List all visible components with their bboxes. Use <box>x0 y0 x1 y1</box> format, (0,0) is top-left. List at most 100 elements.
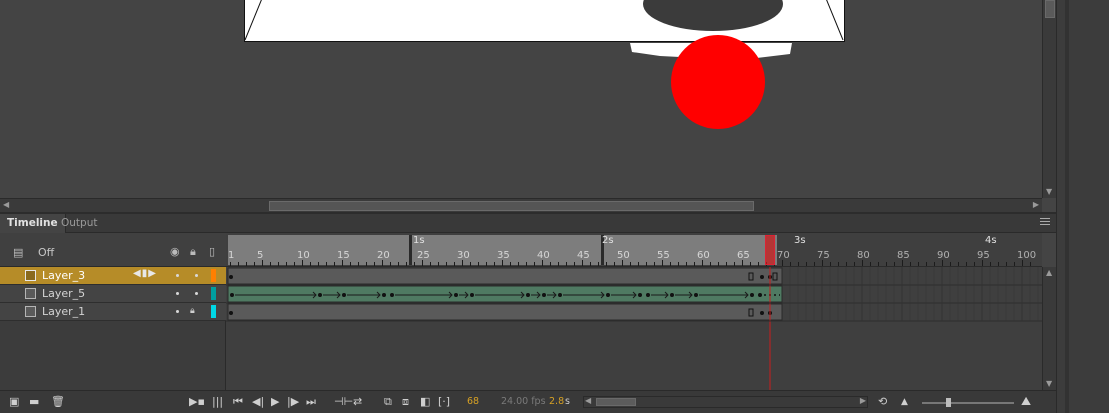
play-icon[interactable]: ▶ <box>271 395 279 408</box>
frame-tick <box>334 262 335 266</box>
visible-dot[interactable] <box>176 292 179 295</box>
timeline-toolbar: ▣ ▬ 🗑︎ ▶▪ ||| ⏮ ◀| ▶ |▶ ⏭ ⊣⊢ ⇄ ⧉ ⧈ ◧ [·]… <box>0 390 1056 413</box>
playhead-marker[interactable] <box>765 235 775 265</box>
frame-ruler[interactable]: 1s 2s 3s 4s 1 5 10 15 20 25 30 35 40 45 50 55 60 65 70… <box>226 233 1042 267</box>
frame-tick <box>430 262 431 266</box>
frame-tick <box>686 262 687 266</box>
loop-icon[interactable]: ⇄ <box>353 395 362 408</box>
scroll-down-arrow-icon[interactable]: ▼ <box>1046 379 1052 388</box>
camera-icon[interactable]: ▶▪ <box>189 395 205 408</box>
frame-number: 85 <box>897 250 910 261</box>
keyframe-nav-icon[interactable]: ◀▮▶ <box>133 268 157 279</box>
frame-tick <box>294 262 295 266</box>
outline-icon[interactable]: ▯ <box>209 245 215 258</box>
layer-name[interactable]: Layer_1 <box>42 305 85 318</box>
scroll-down-arrow-icon[interactable]: ▼ <box>1046 187 1052 196</box>
frame-tick <box>286 262 287 266</box>
frame-tick <box>678 262 679 266</box>
scroll-left-arrow-icon[interactable]: ◀ <box>585 396 591 405</box>
step-forward-icon[interactable]: |▶ <box>287 395 299 408</box>
center-frame-icon[interactable]: ⊣⊢ <box>334 395 353 408</box>
frame-tick <box>958 262 959 266</box>
frame-tick <box>238 262 239 266</box>
tab-output[interactable]: Output <box>54 214 104 233</box>
zoom-slider-knob[interactable] <box>946 398 951 407</box>
frame-tick <box>750 262 751 266</box>
frame-tick <box>902 260 903 266</box>
frame-tick <box>230 262 231 266</box>
frame-tick <box>398 262 399 266</box>
layer-color-swatch[interactable] <box>211 269 216 282</box>
onion-outline-icon[interactable]: ⧈ <box>402 395 409 409</box>
edit-multiple-icon[interactable]: ◧ <box>420 395 430 408</box>
frames-grid[interactable] <box>226 267 1042 390</box>
timeline-zoom-slider[interactable] <box>922 398 1014 407</box>
current-frame-value[interactable]: 68 <box>467 396 479 407</box>
stage-vscroll-thumb[interactable] <box>1045 0 1055 18</box>
frame-tick <box>694 262 695 266</box>
scroll-right-arrow-icon[interactable]: ▶ <box>860 396 866 405</box>
panel-tab-bar: Timeline Output <box>0 214 1056 233</box>
frame-tick <box>446 262 447 266</box>
frame-tick <box>326 262 327 266</box>
frame-number: 30 <box>457 250 470 261</box>
visible-dot[interactable] <box>176 310 179 313</box>
stage-canvas[interactable] <box>0 0 1042 198</box>
layer-color-swatch[interactable] <box>211 287 216 300</box>
frame-tick <box>270 262 271 266</box>
elapsed-time-value[interactable]: 2.8 <box>549 396 564 407</box>
frame-tick <box>350 262 351 266</box>
zoom-in-icon[interactable]: ⛰ <box>1021 394 1031 409</box>
lock-dot[interactable] <box>195 292 198 295</box>
onion-markers-icon[interactable]: [·] <box>438 395 450 408</box>
layer-row-layer-5[interactable]: Layer_5 <box>0 285 226 303</box>
new-layer-icon[interactable]: ▣ <box>9 395 19 408</box>
frame-tick <box>806 262 807 266</box>
zoom-out-icon[interactable]: ▲ <box>901 397 908 407</box>
frame-rate-value[interactable]: 24.00 fps <box>501 396 546 407</box>
stage-horizontal-scrollbar[interactable]: ◀ ▶ <box>0 198 1042 212</box>
frame-tick <box>510 262 511 266</box>
scroll-right-arrow-icon[interactable]: ▶ <box>1033 200 1039 209</box>
frame-tick <box>558 262 559 266</box>
frame-tick <box>262 260 263 266</box>
scroll-left-arrow-icon[interactable]: ◀ <box>3 200 9 209</box>
layer-row-layer-1[interactable]: Layer_1 🔒︎ <box>0 303 226 321</box>
keyframe-dot <box>229 311 233 315</box>
lock-icon[interactable]: 🔒︎ <box>190 306 195 316</box>
layer-color-swatch[interactable] <box>211 305 216 318</box>
stage-hscroll-thumb[interactable] <box>269 201 754 211</box>
layer-name[interactable]: Layer_3 <box>42 269 85 282</box>
camera-layer-icon[interactable]: ▤ <box>13 246 23 259</box>
timeline-hscroll-thumb[interactable] <box>596 398 636 406</box>
onion-skin-icon[interactable]: ⧉ <box>384 395 392 409</box>
keyframe-dot <box>382 293 386 297</box>
step-back-icon[interactable]: ◀| <box>252 395 264 408</box>
scroll-up-arrow-icon[interactable]: ▲ <box>1046 268 1052 277</box>
timeline-horizontal-scrollbar[interactable]: ◀ ▶ <box>583 396 868 408</box>
first-frame-icon[interactable]: ⏮ <box>233 395 243 409</box>
last-frame-icon[interactable]: ⏭ <box>306 395 316 409</box>
frame-tick <box>1030 262 1031 266</box>
frame-tick <box>318 262 319 266</box>
delete-icon[interactable]: 🗑︎ <box>51 395 65 408</box>
lock-icon[interactable]: 🔒︎ <box>190 245 196 259</box>
visible-dot[interactable] <box>176 274 179 277</box>
fit-in-window-icon[interactable]: ⟲ <box>878 395 887 408</box>
layer-1-frame-span <box>227 303 783 321</box>
frame-tick <box>366 262 367 266</box>
red-circle-shape <box>671 35 765 129</box>
frame-tick <box>798 262 799 266</box>
layer-row-layer-3[interactable]: Layer_3 ◀▮▶ <box>0 267 226 285</box>
stage-vertical-scrollbar[interactable]: ▼ <box>1042 0 1056 198</box>
timeline-vertical-scrollbar[interactable]: ▲ ▼ <box>1042 267 1056 390</box>
new-folder-icon[interactable]: ▬ <box>29 395 39 408</box>
panel-grip-icon[interactable]: ||| <box>212 395 223 408</box>
lock-dot[interactable] <box>195 274 198 277</box>
camera-off-label: Off <box>38 246 55 259</box>
keyframe-dot <box>390 293 394 297</box>
layer-name[interactable]: Layer_5 <box>42 287 85 300</box>
frame-tick <box>374 262 375 266</box>
eye-icon[interactable]: ◉ <box>170 245 180 258</box>
panel-menu-icon[interactable] <box>1040 218 1050 228</box>
